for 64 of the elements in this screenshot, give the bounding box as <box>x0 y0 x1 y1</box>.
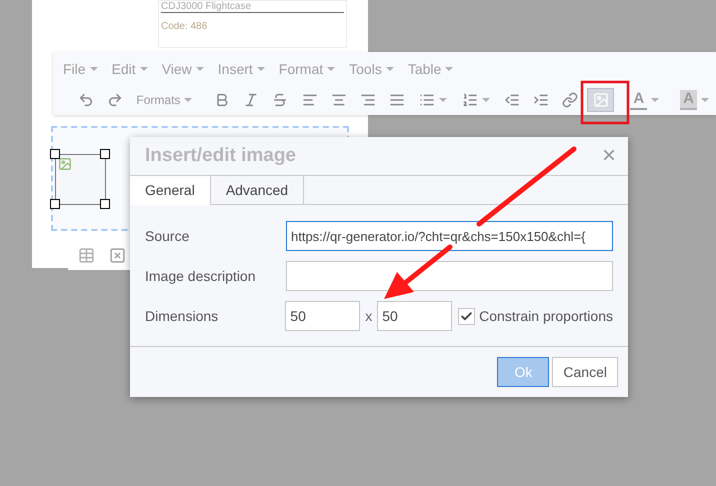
numbered-list-icon <box>462 92 478 108</box>
resize-handle[interactable] <box>50 199 60 209</box>
caret-icon <box>651 98 660 102</box>
width-field[interactable]: 50 <box>285 301 360 331</box>
formats-dropdown[interactable]: Formats <box>131 88 198 112</box>
text-color-button[interactable]: A <box>625 88 664 112</box>
align-left-icon <box>302 92 318 108</box>
product-title: CDJ3000 Flightcase <box>161 1 344 13</box>
caret-icon <box>701 98 709 102</box>
menu-item[interactable]: Format <box>278 58 336 80</box>
description-field[interactable] <box>286 261 613 291</box>
resize-handle[interactable] <box>100 199 110 209</box>
delete-icon[interactable] <box>109 246 126 264</box>
justify-icon <box>389 92 406 108</box>
menu-item[interactable]: Insert <box>218 58 265 80</box>
caret-icon <box>140 67 148 71</box>
italic-icon <box>243 92 260 108</box>
menu-item[interactable]: Tools <box>349 58 394 80</box>
redo-icon <box>106 92 123 108</box>
dimension-separator: x <box>364 306 374 326</box>
align-center-icon <box>330 92 347 108</box>
broken-image-icon <box>58 157 72 171</box>
check-icon <box>460 310 474 322</box>
link-icon <box>562 92 578 108</box>
image-button[interactable] <box>587 88 614 112</box>
close-button[interactable]: × <box>602 144 616 168</box>
menu-item[interactable]: Table <box>408 58 454 80</box>
constrain-label: Constrain proportions <box>479 306 613 326</box>
bullet-list-icon <box>419 92 436 108</box>
caret-icon <box>196 67 204 71</box>
dialog-tab[interactable]: Advanced <box>210 176 304 204</box>
resize-handle[interactable] <box>50 149 60 159</box>
caret-icon <box>90 67 98 71</box>
caret-icon <box>482 98 490 102</box>
strikethrough-icon <box>272 92 288 108</box>
resize-handle[interactable] <box>100 149 110 159</box>
caret-icon <box>386 67 394 71</box>
align-right-icon <box>360 92 376 108</box>
image-icon <box>592 92 609 108</box>
caret-icon <box>445 67 454 71</box>
constrain-checkbox[interactable] <box>458 308 476 324</box>
field-label: Image description <box>145 266 257 286</box>
ok-button[interactable]: Ok <box>497 357 550 387</box>
dialog-title: Insert/edit image <box>145 144 296 168</box>
caret-icon <box>256 67 265 71</box>
source-field[interactable]: https://qr-generator.io/?cht=qr&chs=150x150&chl={ <box>286 221 613 251</box>
undo-icon <box>78 92 94 108</box>
indent-icon <box>533 92 550 108</box>
outdent-icon <box>504 92 520 108</box>
highlight-frame <box>580 80 630 124</box>
dialog-tab[interactable]: General <box>130 176 211 205</box>
menu-item[interactable]: File <box>63 58 98 80</box>
product-code: Code: 486 <box>161 20 208 34</box>
field-label: Dimensions <box>145 306 220 326</box>
caret-icon <box>327 67 336 71</box>
height-field[interactable]: 50 <box>377 301 452 331</box>
menu-item[interactable]: Edit <box>112 58 148 80</box>
field-label: Source <box>145 226 190 246</box>
caret-icon <box>439 98 448 102</box>
table-icon[interactable] <box>78 246 95 264</box>
caret-icon <box>184 98 192 102</box>
cancel-button[interactable]: Cancel <box>552 357 618 387</box>
background-color-button[interactable]: A <box>675 88 714 112</box>
menu-item[interactable]: View <box>162 58 204 80</box>
